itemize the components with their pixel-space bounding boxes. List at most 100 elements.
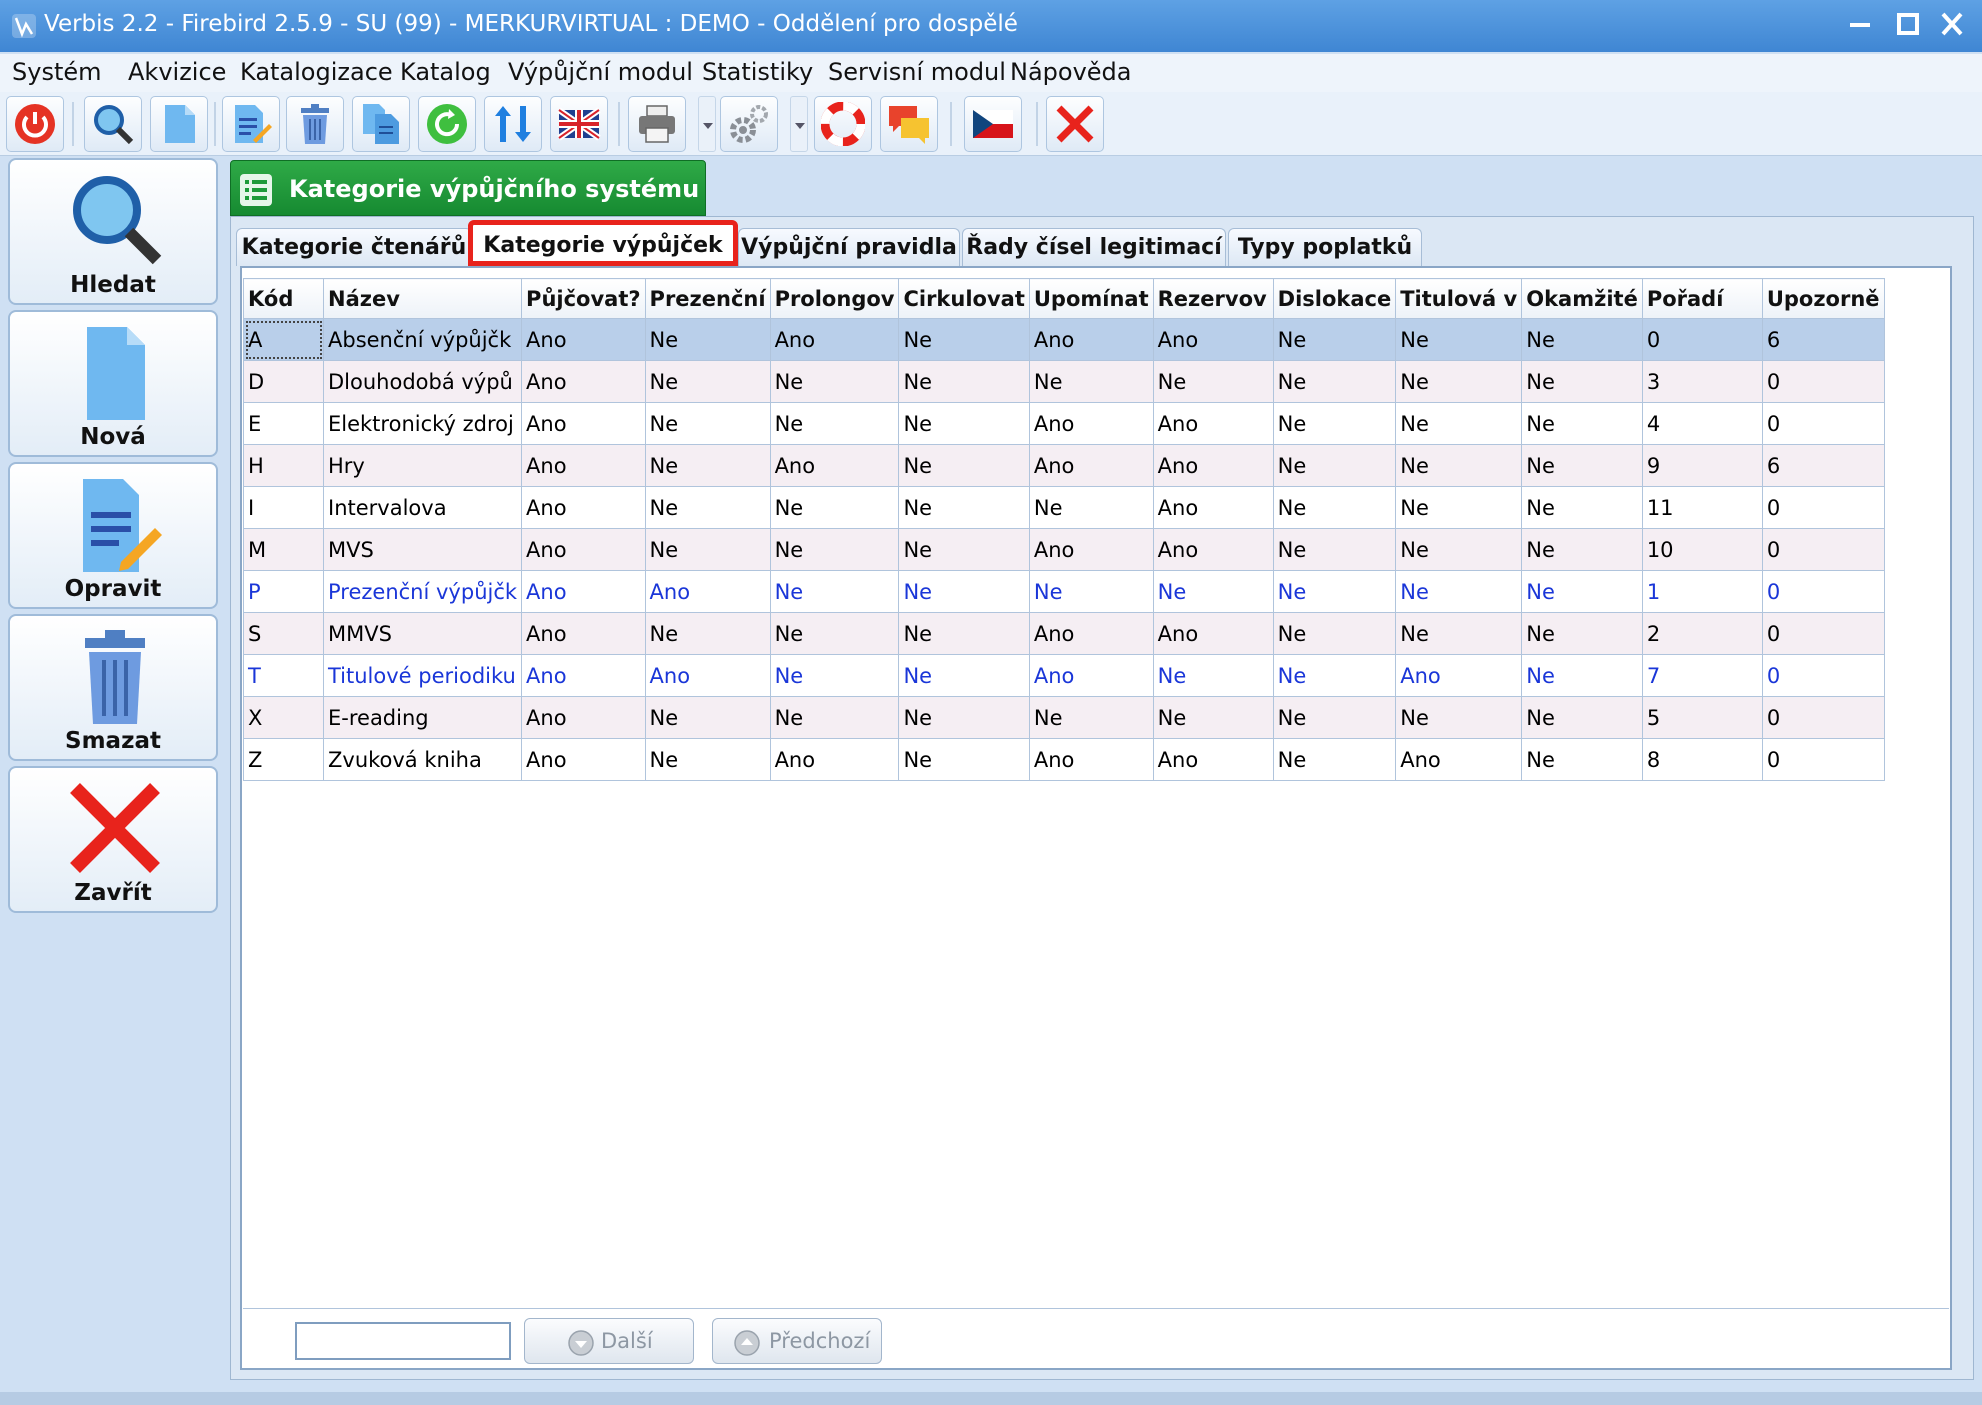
- column-header[interactable]: Půjčovat?: [521, 278, 646, 319]
- table-cell[interactable]: 3: [1641, 360, 1763, 403]
- sidebar-edit-button[interactable]: Opravit: [8, 462, 218, 609]
- table-row[interactable]: A Absenční výpůjčk Ano Ne Ano Ne Ano Ano Ne Ne Ne 0…: [243, 318, 1885, 361]
- toolbar-new-button[interactable]: [150, 96, 208, 152]
- table-cell[interactable]: Ne: [898, 360, 1030, 403]
- table-cell[interactable]: Ne: [769, 696, 900, 739]
- table-cell[interactable]: Ne: [644, 528, 771, 571]
- table-cell[interactable]: Ne: [1272, 444, 1397, 487]
- table-cell[interactable]: Ne: [644, 444, 771, 487]
- table-cell[interactable]: Ano: [521, 444, 646, 487]
- tab-kategorie-vypujcek[interactable]: Kategorie výpůjček: [468, 220, 738, 266]
- table-row[interactable]: T Titulové periodiku Ano Ano Ne Ne Ano Ne Ne Ano N…: [243, 654, 1885, 697]
- table-cell[interactable]: 0: [1761, 696, 1885, 739]
- table-cell[interactable]: Ne: [1395, 360, 1523, 403]
- table-cell[interactable]: Ano: [1152, 444, 1274, 487]
- maximize-icon[interactable]: [1890, 8, 1926, 42]
- next-button[interactable]: Další: [524, 1318, 694, 1364]
- table-cell[interactable]: Ano: [1028, 612, 1154, 655]
- table-cell[interactable]: Absenční výpůjčk: [322, 318, 523, 361]
- table-cell[interactable]: Ano: [521, 402, 646, 445]
- table-cell[interactable]: Ne: [1395, 402, 1523, 445]
- table-cell[interactable]: Ano: [521, 738, 646, 781]
- table-cell[interactable]: Ano: [1028, 738, 1154, 781]
- table-row[interactable]: S MMVS Ano Ne Ne Ne Ano Ano Ne Ne Ne 2 0: [243, 612, 1885, 655]
- table-cell[interactable]: Ne: [1395, 570, 1523, 613]
- table-cell[interactable]: Ne: [898, 696, 1030, 739]
- column-header[interactable]: Název: [322, 278, 523, 319]
- table-row[interactable]: X E-reading Ano Ne Ne Ne Ne Ne Ne Ne Ne 5 0: [243, 696, 1885, 739]
- table-cell[interactable]: Ne: [1521, 402, 1643, 445]
- table-cell[interactable]: Ne: [898, 402, 1030, 445]
- column-header[interactable]: Upozorně: [1761, 278, 1885, 319]
- column-header[interactable]: Kód: [243, 278, 324, 319]
- table-cell[interactable]: M: [243, 528, 324, 571]
- table-row[interactable]: I Intervalova Ano Ne Ne Ne Ne Ano Ne Ne Ne 11 0: [243, 486, 1885, 529]
- toolbar-close-button[interactable]: [1046, 96, 1104, 152]
- column-header[interactable]: Pořadí: [1641, 278, 1763, 319]
- table-cell[interactable]: Ano: [1028, 402, 1154, 445]
- table-cell[interactable]: 0: [1761, 486, 1885, 529]
- table-cell[interactable]: Ne: [769, 360, 900, 403]
- column-header[interactable]: Prolongov: [769, 278, 900, 319]
- column-header[interactable]: Prezenční: [644, 278, 771, 319]
- table-cell[interactable]: 8: [1641, 738, 1763, 781]
- table-cell[interactable]: Elektronický zdroj: [322, 402, 523, 445]
- table-cell[interactable]: Ano: [1028, 528, 1154, 571]
- table-cell[interactable]: Ne: [1521, 612, 1643, 655]
- sidebar-new-button[interactable]: Nová: [8, 310, 218, 457]
- table-cell[interactable]: Ne: [1272, 696, 1397, 739]
- table-cell[interactable]: Ne: [769, 612, 900, 655]
- table-cell[interactable]: Ano: [521, 528, 646, 571]
- tab-rady-cisel-legitimaci[interactable]: Řady čísel legitimací: [962, 228, 1226, 266]
- table-cell[interactable]: H: [243, 444, 324, 487]
- column-header[interactable]: Rezervov: [1152, 278, 1274, 319]
- table-cell[interactable]: Ano: [769, 318, 900, 361]
- table-cell[interactable]: Ne: [1395, 444, 1523, 487]
- table-cell[interactable]: Ne: [1152, 360, 1274, 403]
- table-cell[interactable]: 0: [1761, 402, 1885, 445]
- table-cell[interactable]: Ne: [1395, 486, 1523, 529]
- table-cell[interactable]: T: [243, 654, 324, 697]
- tab-kategorie-ctenaru[interactable]: Kategorie čtenářů: [236, 228, 472, 266]
- sidebar-delete-button[interactable]: Smazat: [8, 614, 218, 761]
- toolbar-english-button[interactable]: [550, 96, 608, 152]
- column-header[interactable]: Okamžité: [1521, 278, 1643, 319]
- table-cell[interactable]: Ano: [1028, 654, 1154, 697]
- table-cell[interactable]: Ano: [1152, 738, 1274, 781]
- menu-napoveda[interactable]: Nápověda: [1010, 58, 1132, 86]
- column-header[interactable]: Titulová v: [1395, 278, 1523, 319]
- table-cell[interactable]: E-reading: [322, 696, 523, 739]
- toolbar-help-button[interactable]: [814, 96, 872, 152]
- menu-katalogizace[interactable]: Katalogizace: [240, 58, 393, 86]
- table-cell[interactable]: Ne: [1272, 570, 1397, 613]
- table-row[interactable]: H Hry Ano Ne Ano Ne Ano Ano Ne Ne Ne 9 6: [243, 444, 1885, 487]
- table-cell[interactable]: Zvuková kniha: [322, 738, 523, 781]
- table-cell[interactable]: Ne: [1028, 360, 1154, 403]
- table-cell[interactable]: Ne: [644, 360, 771, 403]
- menu-statistiky[interactable]: Statistiky: [702, 58, 813, 86]
- table-cell[interactable]: 1: [1641, 570, 1763, 613]
- table-cell[interactable]: 0: [1761, 612, 1885, 655]
- minimize-icon[interactable]: [1842, 8, 1878, 42]
- table-cell[interactable]: Ano: [1152, 528, 1274, 571]
- table-cell[interactable]: Ne: [644, 612, 771, 655]
- table-cell[interactable]: Ne: [644, 486, 771, 529]
- table-cell[interactable]: Ne: [898, 528, 1030, 571]
- table-cell[interactable]: D: [243, 360, 324, 403]
- table-cell[interactable]: MVS: [322, 528, 523, 571]
- table-cell[interactable]: I: [243, 486, 324, 529]
- table-cell[interactable]: X: [243, 696, 324, 739]
- table-cell[interactable]: S: [243, 612, 324, 655]
- table-cell[interactable]: Ne: [1028, 486, 1154, 529]
- table-cell[interactable]: Ne: [1521, 444, 1643, 487]
- table-cell[interactable]: Ano: [1152, 612, 1274, 655]
- menu-katalog[interactable]: Katalog: [400, 58, 491, 86]
- table-cell[interactable]: Ne: [1028, 570, 1154, 613]
- toolbar-refresh-button[interactable]: [418, 96, 476, 152]
- table-cell[interactable]: Ne: [1272, 738, 1397, 781]
- table-cell[interactable]: MMVS: [322, 612, 523, 655]
- table-cell[interactable]: Ne: [1272, 318, 1397, 361]
- table-cell[interactable]: Ne: [644, 318, 771, 361]
- table-cell[interactable]: Ne: [1521, 738, 1643, 781]
- toolbar-print-button[interactable]: [628, 96, 686, 152]
